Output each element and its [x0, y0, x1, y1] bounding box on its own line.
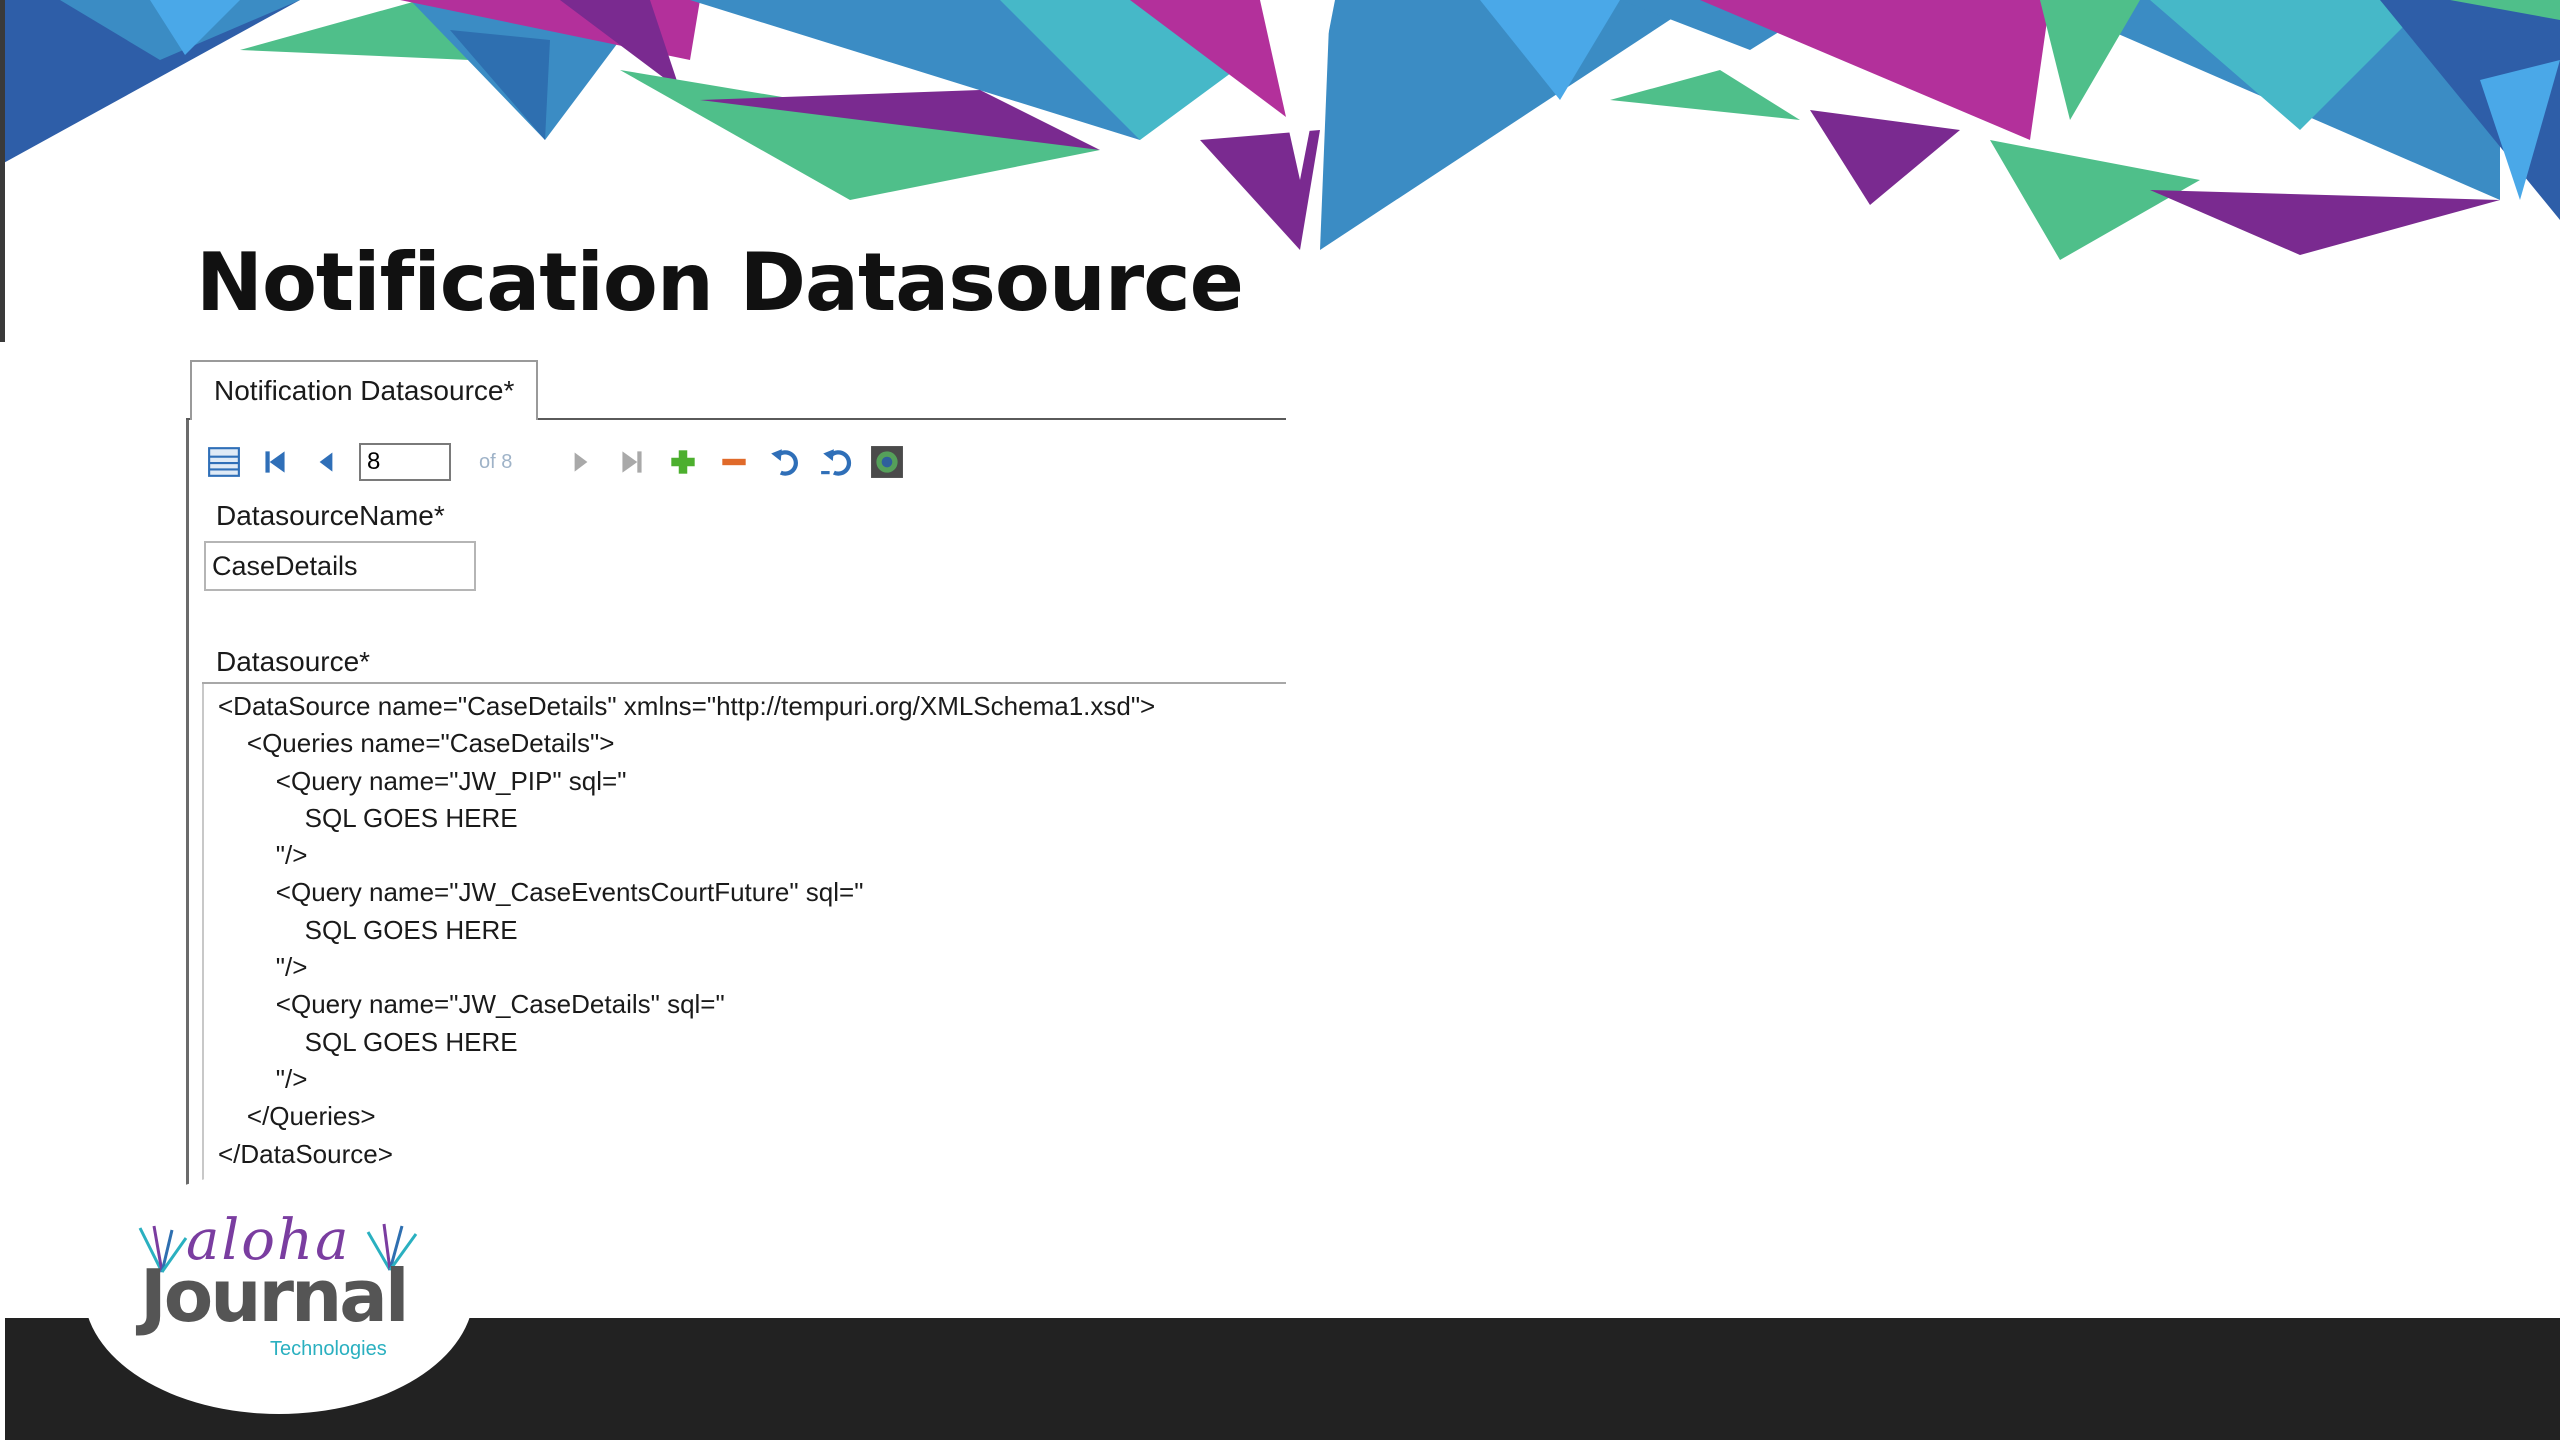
slide-title: Notification Datasource — [196, 236, 1244, 329]
first-record-icon[interactable] — [255, 442, 295, 482]
logo-technologies-text: Technologies — [270, 1338, 387, 1360]
record-navigation-toolbar: of 8 — [204, 440, 1284, 484]
notification-datasource-panel: Notification Datasource* of 8 — [186, 358, 1286, 1188]
datasource-editor-left-border — [202, 684, 204, 1188]
list-view-icon[interactable] — [204, 442, 244, 482]
remove-record-icon[interactable] — [714, 442, 754, 482]
logo-journal-text: Journal — [140, 1254, 410, 1338]
add-record-icon[interactable] — [663, 442, 703, 482]
undo-all-icon[interactable] — [816, 442, 856, 482]
undo-icon[interactable] — [765, 442, 805, 482]
datasource-name-input[interactable] — [204, 541, 476, 591]
next-record-icon[interactable] — [561, 442, 601, 482]
record-count-label: of 8 — [479, 450, 513, 473]
datasource-label: Datasource* — [216, 646, 371, 677]
panel-left-border — [186, 420, 189, 1188]
left-edge-bar — [0, 0, 5, 342]
refresh-icon[interactable] — [867, 442, 907, 482]
record-number-input[interactable] — [359, 443, 451, 481]
tab-notification-datasource[interactable]: Notification Datasource* — [190, 360, 539, 420]
last-record-icon[interactable] — [612, 442, 652, 482]
previous-record-icon[interactable] — [306, 442, 346, 482]
datasource-name-label: DatasourceName* — [216, 500, 445, 531]
decorative-triangle-banner — [0, 0, 2560, 260]
datasource-xml-editor[interactable]: <DataSource name="CaseDetails" xmlns="ht… — [218, 688, 1278, 1173]
datasource-editor-top-border — [202, 682, 1286, 684]
